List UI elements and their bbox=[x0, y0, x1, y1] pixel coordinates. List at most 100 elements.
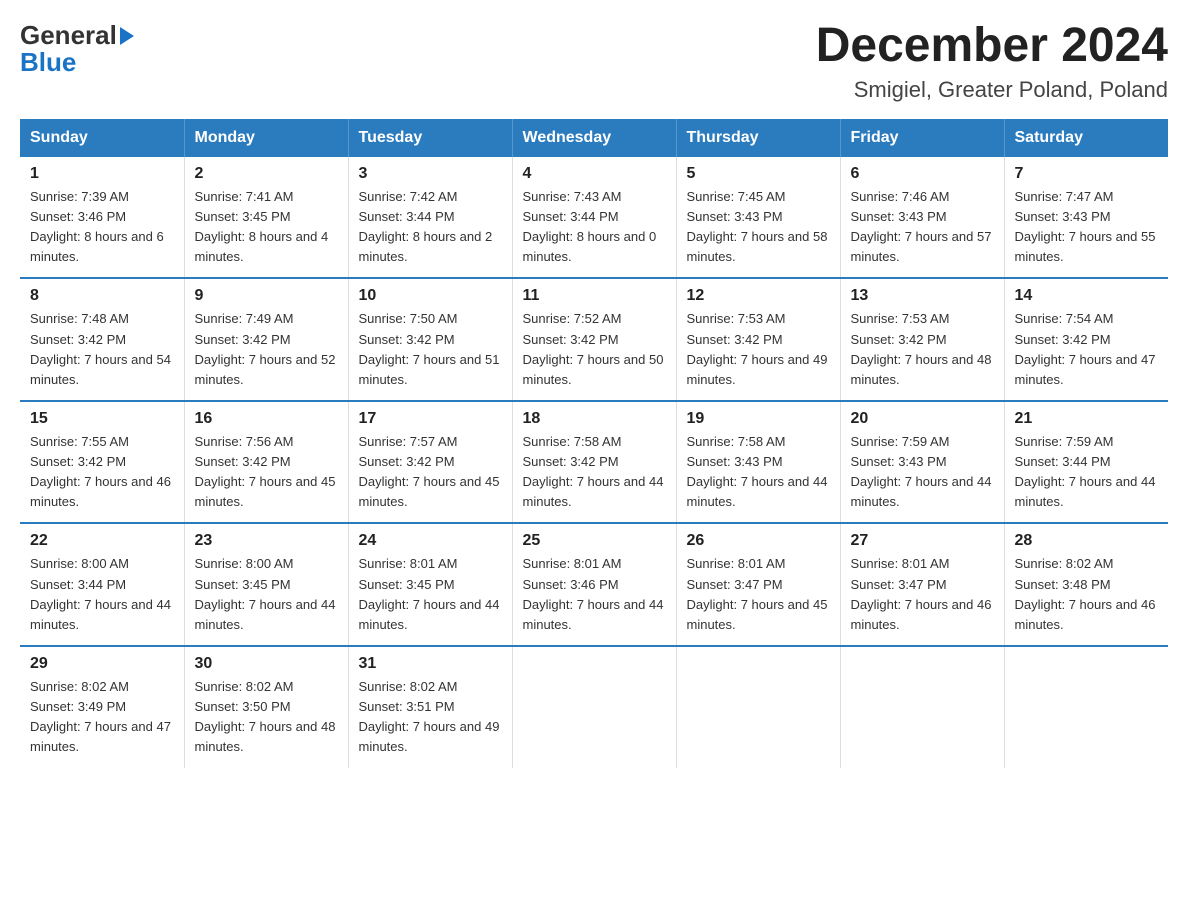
day-number: 22 bbox=[30, 532, 174, 550]
page-header: General Blue December 2024 Smigiel, Grea… bbox=[20, 20, 1168, 103]
calendar-week-row: 15 Sunrise: 7:55 AMSunset: 3:42 PMDaylig… bbox=[20, 401, 1168, 524]
calendar-cell: 12 Sunrise: 7:53 AMSunset: 3:42 PMDaylig… bbox=[676, 278, 840, 401]
calendar-cell: 22 Sunrise: 8:00 AMSunset: 3:44 PMDaylig… bbox=[20, 523, 184, 646]
calendar-cell: 28 Sunrise: 8:02 AMSunset: 3:48 PMDaylig… bbox=[1004, 523, 1168, 646]
day-number: 13 bbox=[851, 287, 994, 305]
day-number: 8 bbox=[30, 287, 174, 305]
day-info: Sunrise: 8:00 AMSunset: 3:44 PMDaylight:… bbox=[30, 554, 174, 635]
calendar-cell: 17 Sunrise: 7:57 AMSunset: 3:42 PMDaylig… bbox=[348, 401, 512, 524]
day-info: Sunrise: 8:02 AMSunset: 3:48 PMDaylight:… bbox=[1015, 554, 1159, 635]
calendar-cell: 10 Sunrise: 7:50 AMSunset: 3:42 PMDaylig… bbox=[348, 278, 512, 401]
day-info: Sunrise: 8:00 AMSunset: 3:45 PMDaylight:… bbox=[195, 554, 338, 635]
day-number: 10 bbox=[359, 287, 502, 305]
calendar-cell: 13 Sunrise: 7:53 AMSunset: 3:42 PMDaylig… bbox=[840, 278, 1004, 401]
logo-arrow-icon bbox=[120, 27, 134, 45]
calendar-cell: 1 Sunrise: 7:39 AMSunset: 3:46 PMDayligh… bbox=[20, 157, 184, 279]
day-number: 16 bbox=[195, 410, 338, 428]
day-number: 7 bbox=[1015, 165, 1159, 183]
day-number: 15 bbox=[30, 410, 174, 428]
header-thursday: Thursday bbox=[676, 119, 840, 157]
day-number: 28 bbox=[1015, 532, 1159, 550]
header-sunday: Sunday bbox=[20, 119, 184, 157]
day-number: 23 bbox=[195, 532, 338, 550]
day-number: 31 bbox=[359, 655, 502, 673]
day-info: Sunrise: 8:01 AMSunset: 3:47 PMDaylight:… bbox=[851, 554, 994, 635]
calendar-cell bbox=[512, 646, 676, 768]
calendar-cell: 29 Sunrise: 8:02 AMSunset: 3:49 PMDaylig… bbox=[20, 646, 184, 768]
logo-blue: Blue bbox=[20, 47, 76, 78]
day-info: Sunrise: 8:02 AMSunset: 3:50 PMDaylight:… bbox=[195, 677, 338, 758]
day-number: 2 bbox=[195, 165, 338, 183]
day-number: 29 bbox=[30, 655, 174, 673]
day-number: 24 bbox=[359, 532, 502, 550]
day-number: 5 bbox=[687, 165, 830, 183]
calendar-cell: 2 Sunrise: 7:41 AMSunset: 3:45 PMDayligh… bbox=[184, 157, 348, 279]
day-number: 14 bbox=[1015, 287, 1159, 305]
calendar-cell: 8 Sunrise: 7:48 AMSunset: 3:42 PMDayligh… bbox=[20, 278, 184, 401]
day-number: 21 bbox=[1015, 410, 1159, 428]
calendar-cell: 20 Sunrise: 7:59 AMSunset: 3:43 PMDaylig… bbox=[840, 401, 1004, 524]
calendar-week-row: 8 Sunrise: 7:48 AMSunset: 3:42 PMDayligh… bbox=[20, 278, 1168, 401]
calendar-cell: 23 Sunrise: 8:00 AMSunset: 3:45 PMDaylig… bbox=[184, 523, 348, 646]
calendar-cell: 11 Sunrise: 7:52 AMSunset: 3:42 PMDaylig… bbox=[512, 278, 676, 401]
day-number: 17 bbox=[359, 410, 502, 428]
day-info: Sunrise: 7:49 AMSunset: 3:42 PMDaylight:… bbox=[195, 309, 338, 390]
calendar-cell: 30 Sunrise: 8:02 AMSunset: 3:50 PMDaylig… bbox=[184, 646, 348, 768]
calendar-cell: 6 Sunrise: 7:46 AMSunset: 3:43 PMDayligh… bbox=[840, 157, 1004, 279]
calendar-cell: 15 Sunrise: 7:55 AMSunset: 3:42 PMDaylig… bbox=[20, 401, 184, 524]
calendar-cell: 9 Sunrise: 7:49 AMSunset: 3:42 PMDayligh… bbox=[184, 278, 348, 401]
day-info: Sunrise: 8:02 AMSunset: 3:49 PMDaylight:… bbox=[30, 677, 174, 758]
day-number: 19 bbox=[687, 410, 830, 428]
day-info: Sunrise: 7:56 AMSunset: 3:42 PMDaylight:… bbox=[195, 432, 338, 513]
day-number: 26 bbox=[687, 532, 830, 550]
calendar-cell: 14 Sunrise: 7:54 AMSunset: 3:42 PMDaylig… bbox=[1004, 278, 1168, 401]
day-info: Sunrise: 7:59 AMSunset: 3:44 PMDaylight:… bbox=[1015, 432, 1159, 513]
calendar-cell: 16 Sunrise: 7:56 AMSunset: 3:42 PMDaylig… bbox=[184, 401, 348, 524]
day-info: Sunrise: 7:58 AMSunset: 3:43 PMDaylight:… bbox=[687, 432, 830, 513]
calendar-cell: 18 Sunrise: 7:58 AMSunset: 3:42 PMDaylig… bbox=[512, 401, 676, 524]
day-info: Sunrise: 7:55 AMSunset: 3:42 PMDaylight:… bbox=[30, 432, 174, 513]
day-info: Sunrise: 7:39 AMSunset: 3:46 PMDaylight:… bbox=[30, 187, 174, 268]
calendar-table: SundayMondayTuesdayWednesdayThursdayFrid… bbox=[20, 119, 1168, 768]
calendar-cell: 26 Sunrise: 8:01 AMSunset: 3:47 PMDaylig… bbox=[676, 523, 840, 646]
calendar-week-row: 22 Sunrise: 8:00 AMSunset: 3:44 PMDaylig… bbox=[20, 523, 1168, 646]
day-number: 12 bbox=[687, 287, 830, 305]
day-number: 6 bbox=[851, 165, 994, 183]
calendar-cell: 19 Sunrise: 7:58 AMSunset: 3:43 PMDaylig… bbox=[676, 401, 840, 524]
calendar-cell bbox=[1004, 646, 1168, 768]
day-info: Sunrise: 7:59 AMSunset: 3:43 PMDaylight:… bbox=[851, 432, 994, 513]
header-wednesday: Wednesday bbox=[512, 119, 676, 157]
day-info: Sunrise: 7:42 AMSunset: 3:44 PMDaylight:… bbox=[359, 187, 502, 268]
day-info: Sunrise: 7:53 AMSunset: 3:42 PMDaylight:… bbox=[851, 309, 994, 390]
day-info: Sunrise: 8:01 AMSunset: 3:47 PMDaylight:… bbox=[687, 554, 830, 635]
day-info: Sunrise: 8:01 AMSunset: 3:45 PMDaylight:… bbox=[359, 554, 502, 635]
day-info: Sunrise: 7:48 AMSunset: 3:42 PMDaylight:… bbox=[30, 309, 174, 390]
day-number: 9 bbox=[195, 287, 338, 305]
calendar-cell: 3 Sunrise: 7:42 AMSunset: 3:44 PMDayligh… bbox=[348, 157, 512, 279]
day-number: 20 bbox=[851, 410, 994, 428]
title-block: December 2024 Smigiel, Greater Poland, P… bbox=[816, 20, 1168, 103]
calendar-week-row: 29 Sunrise: 8:02 AMSunset: 3:49 PMDaylig… bbox=[20, 646, 1168, 768]
day-number: 30 bbox=[195, 655, 338, 673]
day-number: 25 bbox=[523, 532, 666, 550]
calendar-cell bbox=[840, 646, 1004, 768]
day-info: Sunrise: 8:01 AMSunset: 3:46 PMDaylight:… bbox=[523, 554, 666, 635]
logo: General Blue bbox=[20, 20, 134, 78]
day-info: Sunrise: 7:57 AMSunset: 3:42 PMDaylight:… bbox=[359, 432, 502, 513]
calendar-cell: 4 Sunrise: 7:43 AMSunset: 3:44 PMDayligh… bbox=[512, 157, 676, 279]
calendar-cell bbox=[676, 646, 840, 768]
day-info: Sunrise: 7:41 AMSunset: 3:45 PMDaylight:… bbox=[195, 187, 338, 268]
day-info: Sunrise: 7:52 AMSunset: 3:42 PMDaylight:… bbox=[523, 309, 666, 390]
header-saturday: Saturday bbox=[1004, 119, 1168, 157]
calendar-cell: 5 Sunrise: 7:45 AMSunset: 3:43 PMDayligh… bbox=[676, 157, 840, 279]
day-info: Sunrise: 7:50 AMSunset: 3:42 PMDaylight:… bbox=[359, 309, 502, 390]
day-info: Sunrise: 7:43 AMSunset: 3:44 PMDaylight:… bbox=[523, 187, 666, 268]
day-number: 11 bbox=[523, 287, 666, 305]
calendar-header-row: SundayMondayTuesdayWednesdayThursdayFrid… bbox=[20, 119, 1168, 157]
calendar-cell: 7 Sunrise: 7:47 AMSunset: 3:43 PMDayligh… bbox=[1004, 157, 1168, 279]
calendar-subtitle: Smigiel, Greater Poland, Poland bbox=[816, 77, 1168, 103]
day-info: Sunrise: 7:53 AMSunset: 3:42 PMDaylight:… bbox=[687, 309, 830, 390]
calendar-cell: 24 Sunrise: 8:01 AMSunset: 3:45 PMDaylig… bbox=[348, 523, 512, 646]
calendar-title: December 2024 bbox=[816, 20, 1168, 73]
day-number: 27 bbox=[851, 532, 994, 550]
